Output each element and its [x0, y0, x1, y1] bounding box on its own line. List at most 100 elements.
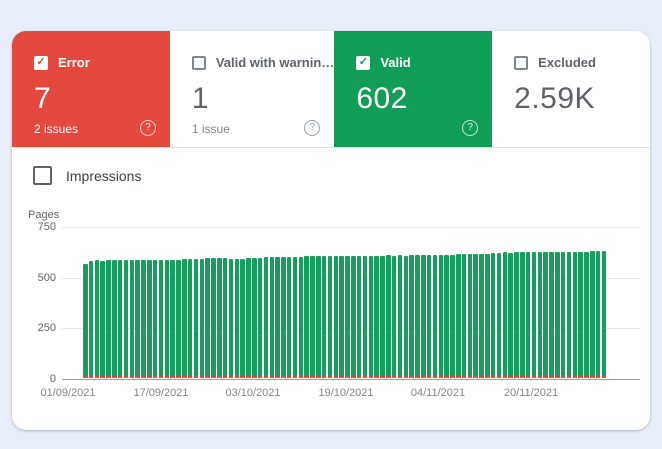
daily-bar	[130, 260, 135, 378]
daily-bar	[287, 257, 292, 378]
daily-bar	[590, 251, 595, 378]
daily-bar	[118, 260, 123, 378]
valid-status-card[interactable]: ✓ Valid 602 ?	[334, 31, 492, 147]
daily-bar	[415, 255, 420, 378]
valid-count: 602	[356, 82, 492, 116]
daily-bar	[433, 255, 438, 378]
daily-bar	[176, 260, 181, 378]
error-checkbox[interactable]: ✓	[34, 56, 48, 70]
y-axis-tick-label: 500	[20, 272, 56, 284]
excluded-checkbox[interactable]	[514, 56, 528, 70]
daily-bar	[200, 259, 205, 378]
excluded-count: 2.59K	[514, 82, 650, 116]
daily-bar	[386, 255, 391, 378]
daily-bar	[153, 260, 158, 378]
daily-bar	[159, 260, 164, 378]
daily-bar	[299, 257, 304, 378]
y-axis-tick-label: 250	[20, 322, 56, 334]
daily-bar	[596, 251, 601, 378]
valid-checkbox[interactable]: ✓	[356, 56, 370, 70]
daily-bar	[374, 256, 379, 378]
daily-bar	[427, 255, 432, 378]
daily-bar	[520, 252, 525, 378]
daily-bar	[584, 252, 589, 378]
daily-bar	[304, 256, 309, 378]
valid-with-warnings-count: 1	[192, 82, 334, 116]
daily-bar	[351, 256, 356, 378]
error-card-label: Error	[58, 55, 90, 70]
daily-bar	[89, 261, 94, 378]
daily-bar	[508, 253, 513, 378]
daily-bar	[182, 259, 187, 378]
daily-bar	[165, 260, 170, 378]
daily-bar	[235, 259, 240, 378]
daily-bar	[497, 253, 502, 378]
daily-bar	[409, 255, 414, 378]
valid-card-label: Valid	[380, 55, 410, 70]
card-header: Excluded	[514, 55, 650, 70]
daily-bar	[264, 257, 269, 378]
daily-bar	[573, 252, 578, 378]
daily-bar	[147, 260, 152, 378]
error-count: 7	[34, 82, 170, 116]
daily-bar	[549, 252, 554, 378]
daily-bar	[503, 252, 508, 378]
x-axis-date-label: 01/09/2021	[40, 387, 95, 399]
daily-bar	[135, 260, 140, 378]
y-axis-tick-label: 0	[20, 373, 56, 385]
daily-bar	[462, 254, 467, 378]
impressions-checkbox[interactable]	[33, 166, 52, 185]
daily-bar	[392, 256, 397, 378]
coverage-report-panel: ✓ Error 7 2 issues ? Valid with warnin… …	[12, 31, 650, 430]
daily-bar	[188, 259, 193, 378]
bars-container	[83, 227, 607, 378]
daily-bar	[485, 254, 490, 378]
daily-bar	[252, 258, 257, 378]
daily-bar	[543, 252, 548, 378]
x-axis-date-label: 17/09/2021	[133, 387, 188, 399]
daily-bar	[532, 252, 537, 378]
card-header: ✓ Error	[34, 55, 170, 70]
daily-bar	[398, 255, 403, 378]
daily-bar	[421, 255, 426, 378]
daily-bar	[538, 252, 543, 378]
daily-bar	[567, 252, 572, 378]
card-header: Valid with warnin…	[192, 55, 334, 70]
chart-plot-area[interactable]: 750500250001/09/202117/09/202103/10/2021…	[62, 227, 640, 379]
daily-bar	[205, 258, 210, 378]
daily-bar	[334, 256, 339, 378]
daily-bar	[83, 264, 88, 378]
daily-bar	[281, 257, 286, 378]
daily-bar	[602, 251, 607, 378]
daily-bar	[328, 256, 333, 378]
daily-bar	[369, 256, 374, 378]
daily-bar	[345, 256, 350, 378]
daily-bar	[112, 260, 117, 378]
daily-bar	[561, 252, 566, 378]
daily-bar	[100, 261, 105, 378]
daily-bar	[526, 252, 531, 378]
daily-bar	[514, 252, 519, 378]
daily-bar	[322, 256, 327, 378]
daily-bar	[479, 254, 484, 378]
x-axis-date-label: 04/11/2021	[411, 387, 465, 399]
chart-y-axis-title: Pages	[28, 209, 650, 221]
daily-bar	[491, 253, 496, 378]
valid-with-warnings-status-card[interactable]: Valid with warnin… 1 1 issue ?	[170, 31, 334, 147]
daily-bar	[450, 255, 455, 378]
daily-bar	[217, 258, 222, 378]
daily-bar	[555, 252, 560, 378]
daily-bar	[456, 254, 461, 378]
excluded-status-card[interactable]: Excluded 2.59K	[492, 31, 650, 147]
daily-bar	[223, 258, 228, 378]
status-cards-row: ✓ Error 7 2 issues ? Valid with warnin… …	[12, 31, 650, 148]
daily-bar	[194, 259, 199, 378]
daily-bar	[229, 259, 234, 378]
x-axis-date-label: 19/10/2021	[318, 387, 373, 399]
valid-with-warnings-checkbox[interactable]	[192, 56, 206, 70]
daily-bar	[275, 257, 280, 378]
daily-bar	[106, 260, 111, 378]
daily-bar	[316, 256, 321, 378]
help-icon[interactable]: ?	[140, 120, 156, 136]
error-status-card[interactable]: ✓ Error 7 2 issues ?	[12, 31, 170, 147]
